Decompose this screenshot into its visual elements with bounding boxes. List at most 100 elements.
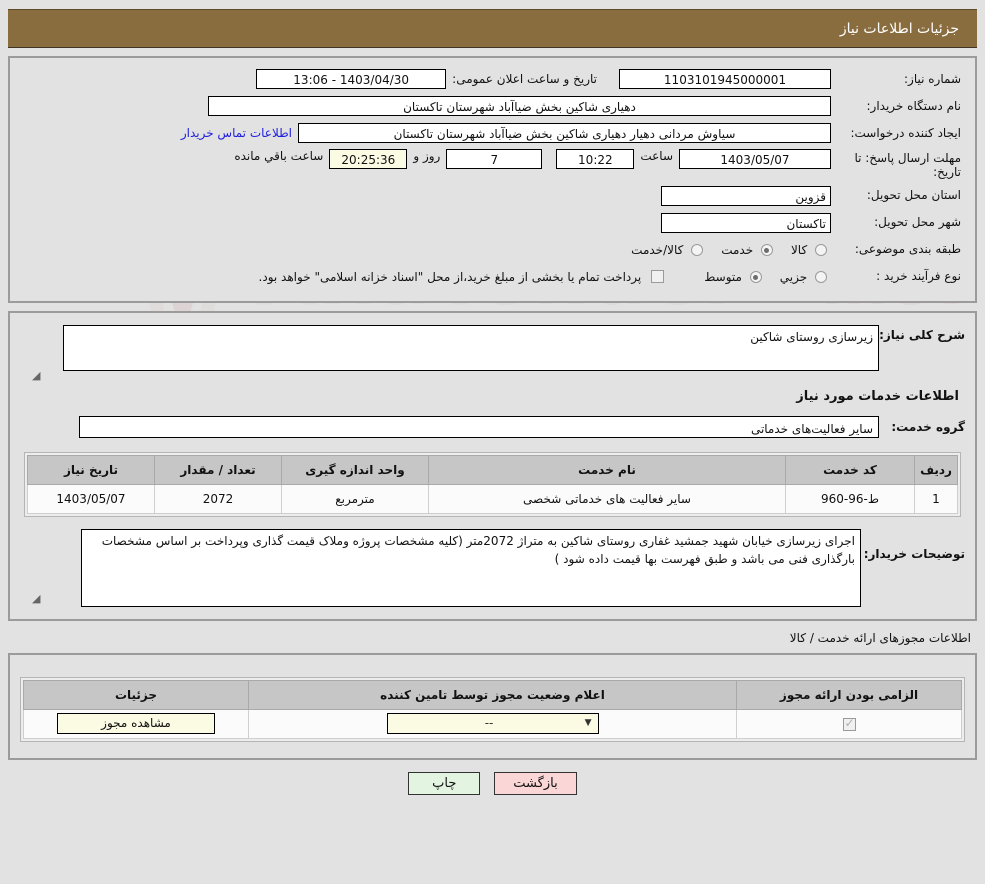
city-value: تاکستان (661, 213, 831, 233)
col-unit: واحد اندازه گیری (282, 455, 429, 484)
col-license-details: جزئیات (24, 680, 249, 709)
licenses-panel: الزامی بودن ارائه مجوز اعلام وضعیت مجوز … (8, 653, 977, 760)
col-need-date: تاریخ نیاز (28, 455, 155, 484)
radio-kala-icon[interactable] (815, 244, 827, 256)
province-label: استان محل تحویل: (831, 188, 967, 203)
service-group-value: سایر فعالیت‌های خدماتی (79, 416, 879, 438)
remaining-suffix-label: ساعت باقي مانده (228, 149, 329, 163)
cell-license-status: ▼ -- (249, 709, 737, 738)
city-row: شهر محل تحویل: تاکستان (18, 212, 967, 234)
buyer-org-value: دهیاری شاکین بخش ضیاآباد شهرستان تاکستان (208, 96, 831, 116)
service-group-label: گروه خدمت: (879, 420, 965, 434)
col-service-name: نام خدمت (429, 455, 786, 484)
chevron-down-icon: ▼ (585, 713, 592, 734)
need-summary-panel: شماره نیاز: 1103101945000001 تاریخ و ساع… (8, 56, 977, 303)
services-table-wrapper: ردیف کد خدمت نام خدمت واحد اندازه گیری ت… (24, 452, 961, 517)
buyer-notes-textarea[interactable]: اجرای زیرسازی خیابان شهید جمشید غفاری رو… (81, 529, 861, 607)
purchase-type-label: نوع فرآیند خرید : (831, 269, 967, 284)
cell-service-code: ط-96-960 (786, 484, 915, 513)
buyer-org-row: نام دستگاه خریدار: دهیاری شاکین بخش ضیاآ… (18, 95, 967, 117)
print-button[interactable]: چاپ (408, 772, 480, 795)
license-status-select[interactable]: ▼ -- (387, 713, 599, 734)
licenses-table-header-row: الزامی بودن ارائه مجوز اعلام وضعیت مجوز … (24, 680, 962, 709)
licenses-table-wrapper: الزامی بودن ارائه مجوز اعلام وضعیت مجوز … (20, 677, 965, 742)
city-label: شهر محل تحویل: (831, 215, 967, 230)
radio-jozei-icon[interactable] (815, 271, 827, 283)
services-section-title: اطلاعات خدمات مورد نیاز (20, 389, 959, 404)
footer-actions: بازگشت چاپ (0, 772, 985, 795)
need-details-panel: شرح کلی نیاز: زیرسازی روستای شاکین ◢ اطل… (8, 311, 977, 621)
page-header: جزئیات اطلاعات نیاز (8, 9, 977, 48)
buyer-org-label: نام دستگاه خریدار: (831, 99, 967, 114)
buyer-notes-row: توضیحات خریدار: اجرای زیرسازی خیابان شهی… (20, 529, 965, 607)
requester-row: ایجاد کننده درخواست: سیاوش مردانی دهیار … (18, 122, 967, 144)
need-number-value: 1103101945000001 (619, 69, 831, 89)
services-table-header-row: ردیف کد خدمت نام خدمت واحد اندازه گیری ت… (28, 455, 958, 484)
buyer-notes-resize-grip[interactable]: ◢ (32, 592, 40, 605)
need-number-label: شماره نیاز: (831, 72, 967, 87)
col-license-status: اعلام وضعیت مجوز توسط تامین کننده (249, 680, 737, 709)
services-table: ردیف کد خدمت نام خدمت واحد اندازه گیری ت… (27, 455, 958, 514)
radio-kala-khedmat-icon[interactable] (691, 244, 703, 256)
buyer-contact-link[interactable]: اطلاعات تماس خریدار (175, 126, 298, 140)
back-button[interactable]: بازگشت (494, 772, 576, 795)
purchase-type-option-jozei-label: جزيي (766, 270, 807, 284)
general-desc-label: شرح کلی نیاز: (879, 325, 965, 342)
purchase-type-option-jozei[interactable]: جزيي (766, 270, 831, 284)
cell-unit: مترمربع (282, 484, 429, 513)
deadline-hour-label: ساعت (634, 149, 679, 163)
remaining-time-value: 20:25:36 (329, 149, 407, 169)
col-qty: تعداد / مقدار (155, 455, 282, 484)
buyer-notes-label: توضیحات خریدار: (861, 529, 965, 561)
public-announce-value: 1403/04/30 - 13:06 (256, 69, 446, 89)
category-option-khedmat[interactable]: خدمت (707, 243, 777, 257)
license-required-checkbox (843, 718, 856, 731)
cell-need-date: 1403/05/07 (28, 484, 155, 513)
requester-value: سیاوش مردانی دهیار دهیاری شاکین بخش ضیاآ… (298, 123, 831, 143)
table-row: 1 ط-96-960 سایر فعالیت های خدماتی شخصی م… (28, 484, 958, 513)
cell-license-required (737, 709, 962, 738)
licenses-section-title: اطلاعات مجوزهای ارائه خدمت / کالا (0, 631, 971, 645)
deadline-date-value: 1403/05/07 (679, 149, 831, 169)
general-desc-textarea[interactable]: زیرسازی روستای شاکین (63, 325, 879, 371)
deadline-hour-value: 10:22 (556, 149, 634, 169)
general-desc-resize-grip[interactable]: ◢ (32, 369, 40, 382)
treasury-bond-checkbox[interactable] (651, 270, 664, 283)
page-title: جزئیات اطلاعات نیاز (840, 21, 977, 37)
category-option-kala-khedmat[interactable]: کالا/خدمت (617, 243, 707, 257)
cell-license-details: مشاهده مجوز (24, 709, 249, 738)
category-option-kala-khedmat-label: کالا/خدمت (617, 243, 683, 257)
col-license-required: الزامی بودن ارائه مجوز (737, 680, 962, 709)
col-radif: ردیف (915, 455, 958, 484)
radio-motevaset-icon[interactable] (750, 271, 762, 283)
province-value: قزوین (661, 186, 831, 206)
category-row: طبقه بندی موضوعی: کالا خدمت کالا/خدمت (18, 239, 967, 261)
general-desc-row: شرح کلی نیاز: زیرسازی روستای شاکین ◢ (20, 325, 965, 371)
category-option-kala[interactable]: کالا (777, 243, 831, 257)
category-label: طبقه بندی موضوعی: (831, 242, 967, 257)
view-license-button[interactable]: مشاهده مجوز (57, 713, 215, 734)
col-service-code: کد خدمت (786, 455, 915, 484)
deadline-row: مهلت ارسال پاسخ: تا تاریخ: 1403/05/07 سا… (18, 149, 967, 180)
licenses-table: الزامی بودن ارائه مجوز اعلام وضعیت مجوز … (23, 680, 962, 739)
public-announce-label: تاریخ و ساعت اعلان عمومی: (446, 72, 603, 86)
purchase-type-option-motevaset-label: متوسط (690, 270, 742, 284)
purchase-type-row: نوع فرآیند خرید : جزيي متوسط پرداخت تمام… (18, 266, 967, 288)
province-row: استان محل تحویل: قزوین (18, 185, 967, 207)
purchase-type-option-motevaset[interactable]: متوسط (690, 270, 766, 284)
cell-radif: 1 (915, 484, 958, 513)
category-option-kala-label: کالا (777, 243, 807, 257)
deadline-label: مهلت ارسال پاسخ: تا تاریخ: (831, 149, 967, 180)
radio-khedmat-icon[interactable] (761, 244, 773, 256)
remaining-days-separator: روز و (407, 149, 446, 163)
category-option-khedmat-label: خدمت (707, 243, 753, 257)
service-group-row: گروه خدمت: سایر فعالیت‌های خدماتی (20, 416, 965, 438)
cell-service-name: سایر فعالیت های خدماتی شخصی (429, 484, 786, 513)
need-number-row: شماره نیاز: 1103101945000001 تاریخ و ساع… (18, 68, 967, 90)
table-row: ▼ -- مشاهده مجوز (24, 709, 962, 738)
license-status-value: -- (394, 713, 585, 734)
treasury-bond-note: پرداخت تمام یا بخشی از مبلغ خرید،از محل … (253, 270, 648, 284)
requester-label: ایجاد کننده درخواست: (831, 126, 967, 141)
remaining-days-value: 7 (446, 149, 542, 169)
cell-qty: 2072 (155, 484, 282, 513)
